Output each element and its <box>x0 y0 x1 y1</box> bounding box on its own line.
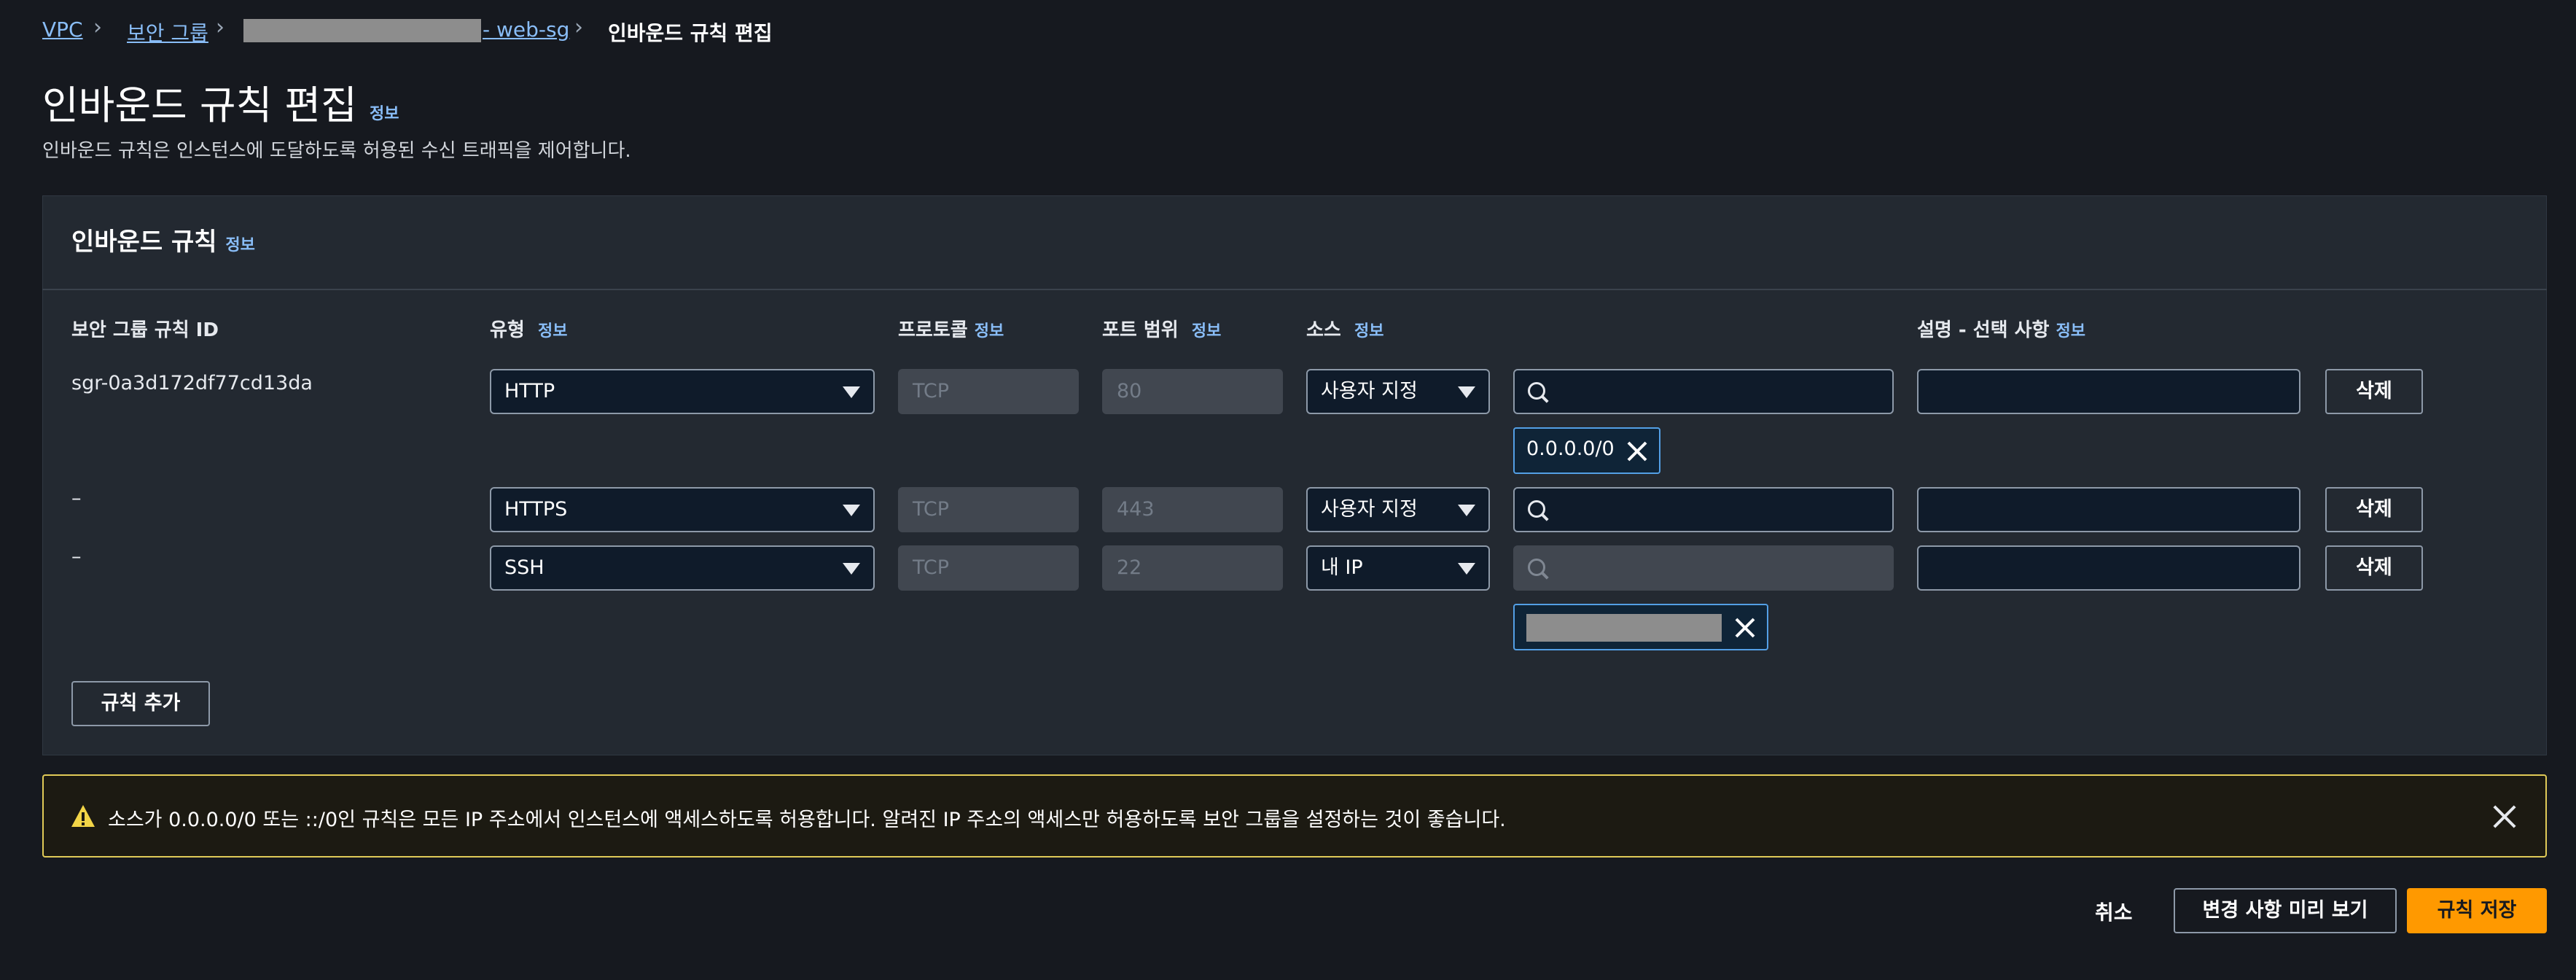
inbound-rules-panel <box>42 195 2547 755</box>
breadcrumb-security-group[interactable]: - web-sg <box>483 18 569 42</box>
type-value: HTTP <box>504 380 555 402</box>
breadcrumb-vpc[interactable]: VPC <box>42 18 83 42</box>
cidr-search-input <box>1513 545 1894 591</box>
col-header-type-text: 유형 <box>490 319 525 341</box>
chevron-right-icon: › <box>574 15 583 40</box>
redacted-sg-id <box>243 19 481 42</box>
col-header-description: 설명 - 선택 사항 정보 <box>1917 315 2085 342</box>
page-title-text: 인바운드 규칙 편집 <box>42 82 357 128</box>
col-header-rule-id: 보안 그룹 규칙 ID <box>71 319 219 341</box>
cidr-token: 0.0.0.0/0 <box>1513 427 1660 474</box>
col-header-protocol: 프로토콜 정보 <box>898 315 1004 342</box>
source-value: 사용자 지정 <box>1321 498 1418 521</box>
description-input[interactable] <box>1917 487 2300 532</box>
protocol-field: TCP <box>898 545 1079 591</box>
chevron-right-icon: › <box>216 15 225 40</box>
info-link[interactable]: 정보 <box>225 236 254 254</box>
search-icon <box>1528 500 1545 518</box>
delete-button[interactable]: 삭제 <box>2325 545 2423 591</box>
protocol-field: TCP <box>898 369 1079 414</box>
alert-message: 소스가 0.0.0.0/0 또는 ::/0인 규칙은 모든 IP 주소에서 인스… <box>108 809 1506 831</box>
search-icon <box>1528 559 1545 576</box>
source-value: 사용자 지정 <box>1321 380 1418 402</box>
type-value: HTTPS <box>504 498 568 521</box>
description-input[interactable] <box>1917 369 2300 414</box>
cidr-search-input[interactable] <box>1513 369 1894 414</box>
rule-id: – <box>71 487 82 510</box>
preview-changes-button[interactable]: 변경 사항 미리 보기 <box>2174 888 2397 933</box>
col-header-protocol-text: 프로토콜 <box>898 319 968 341</box>
add-rule-button[interactable]: 규칙 추가 <box>71 681 210 726</box>
redacted-ip <box>1526 614 1722 642</box>
col-header-port-text: 포트 범위 <box>1102 319 1179 341</box>
save-rules-button[interactable]: 규칙 저장 <box>2407 888 2547 933</box>
info-link[interactable]: 정보 <box>975 322 1004 341</box>
close-icon[interactable] <box>2490 802 2519 831</box>
col-header-source-text: 소스 <box>1306 319 1341 341</box>
source-value: 내 IP <box>1321 556 1363 579</box>
page-title: 인바운드 규칙 편집 정보 <box>42 73 399 131</box>
search-icon <box>1528 382 1545 400</box>
caret-down-icon <box>1458 505 1475 516</box>
info-link[interactable]: 정보 <box>1192 322 1221 341</box>
rule-id: – <box>71 545 82 568</box>
delete-button[interactable]: 삭제 <box>2325 369 2423 414</box>
close-icon[interactable] <box>1733 615 1757 639</box>
col-header-type: 유형 정보 <box>490 315 567 342</box>
caret-down-icon <box>1458 563 1475 575</box>
col-header-description-text: 설명 - 선택 사항 <box>1917 319 2050 341</box>
protocol-field: TCP <box>898 487 1079 532</box>
breadcrumb-security-groups[interactable]: 보안 그룹 <box>127 18 208 47</box>
cancel-button[interactable]: 취소 <box>2095 897 2133 926</box>
description-input[interactable] <box>1917 545 2300 591</box>
col-header-port-range: 포트 범위 정보 <box>1102 315 1221 342</box>
info-link[interactable]: 정보 <box>370 105 399 123</box>
cidr-search-input[interactable] <box>1513 487 1894 532</box>
caret-down-icon <box>843 386 860 398</box>
info-link[interactable]: 정보 <box>538 322 567 341</box>
port-range-field: 22 <box>1102 545 1283 591</box>
type-select[interactable]: HTTP <box>490 369 875 414</box>
panel-title-text: 인바운드 규칙 <box>71 228 217 257</box>
source-select[interactable]: 내 IP <box>1306 545 1490 591</box>
cidr-token-label: 0.0.0.0/0 <box>1526 438 1615 460</box>
warning-icon-mark <box>82 812 85 821</box>
info-link[interactable]: 정보 <box>2056 322 2085 341</box>
type-value: SSH <box>504 556 545 579</box>
caret-down-icon <box>843 563 860 575</box>
delete-button[interactable]: 삭제 <box>2325 487 2423 532</box>
port-range-field: 80 <box>1102 369 1283 414</box>
type-select[interactable]: HTTPS <box>490 487 875 532</box>
type-select[interactable]: SSH <box>490 545 875 591</box>
caret-down-icon <box>1458 386 1475 398</box>
close-icon[interactable] <box>1625 439 1649 462</box>
port-range-field: 443 <box>1102 487 1283 532</box>
chevron-right-icon: › <box>93 15 102 40</box>
source-select[interactable]: 사용자 지정 <box>1306 487 1490 532</box>
panel-title: 인바운드 규칙 정보 <box>71 222 255 257</box>
warning-icon-dot <box>82 822 85 825</box>
info-link[interactable]: 정보 <box>1354 322 1383 341</box>
rule-id: sgr-0a3d172df77cd13da <box>71 372 313 394</box>
my-ip-token <box>1513 604 1768 650</box>
page-description: 인바운드 규칙은 인스턴스에 도달하도록 허용된 수신 트래픽을 제어합니다. <box>42 140 631 162</box>
col-header-source: 소스 정보 <box>1306 315 1383 342</box>
divider <box>42 289 2547 290</box>
breadcrumb-current: 인바운드 규칙 편집 <box>608 21 773 45</box>
source-select[interactable]: 사용자 지정 <box>1306 369 1490 414</box>
caret-down-icon <box>843 505 860 516</box>
